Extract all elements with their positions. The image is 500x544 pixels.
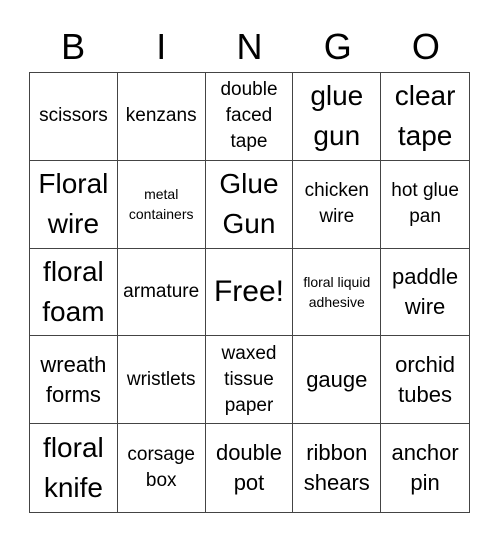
cell-label: paddle wire xyxy=(392,263,459,319)
bingo-cell[interactable]: orchid tubes xyxy=(381,336,469,425)
bingo-cell[interactable]: wristlets xyxy=(117,336,206,425)
bingo-cell[interactable]: gauge xyxy=(293,336,382,425)
bingo-cell[interactable]: armature xyxy=(117,248,206,337)
bingo-cell[interactable]: double faced tape xyxy=(205,73,294,161)
cell-label: waxed tissue paper xyxy=(221,342,277,416)
cell-label: orchid tubes xyxy=(395,351,456,407)
header-letter-g: G xyxy=(323,26,352,67)
bingo-cell[interactable]: Glue Gun xyxy=(205,160,294,249)
bingo-cell[interactable]: paddle wire xyxy=(381,249,469,337)
cell-label: Free! xyxy=(213,274,284,308)
bingo-grid: scissors kenzans double faced tape glue … xyxy=(29,72,470,513)
cell-label: double pot xyxy=(215,440,283,496)
cell-label: scissors xyxy=(39,105,108,127)
cell-label: gauge xyxy=(306,366,368,392)
free-space-cell[interactable]: Free! xyxy=(205,248,294,337)
bingo-cell[interactable]: hot glue pan xyxy=(381,161,469,249)
bingo-cell[interactable]: glue gun xyxy=(293,73,382,161)
bingo-cell[interactable]: anchor pin xyxy=(381,424,469,512)
cell-label: glue gun xyxy=(310,80,364,152)
bingo-cell[interactable]: kenzans xyxy=(117,73,206,161)
cell-label: floral knife xyxy=(43,432,104,504)
bingo-cell[interactable]: floral knife xyxy=(30,424,118,512)
bingo-cell[interactable]: ribbon shears xyxy=(293,424,382,512)
bingo-header: B I N G O xyxy=(29,22,470,72)
bingo-cell[interactable]: Floral wire xyxy=(30,160,118,249)
cell-label: metal containers xyxy=(128,186,194,223)
cell-label: chicken wire xyxy=(304,180,369,228)
cell-label: floral foam xyxy=(42,255,105,327)
cell-label: ribbon shears xyxy=(303,440,370,496)
cell-label: wreath forms xyxy=(40,351,107,407)
header-letter-n: N xyxy=(236,26,263,67)
bingo-cell[interactable]: double pot xyxy=(206,424,294,512)
cell-label: hot glue pan xyxy=(391,180,459,228)
cell-label: clear tape xyxy=(394,80,456,152)
bingo-cell[interactable]: metal containers xyxy=(117,160,206,249)
header-letter-i: I xyxy=(156,26,167,67)
bingo-cell[interactable]: wreath forms xyxy=(30,336,118,425)
bingo-cell[interactable]: clear tape xyxy=(381,73,469,161)
cell-label: floral liquid adhesive xyxy=(303,273,371,310)
cell-label: Glue Gun xyxy=(219,168,279,240)
cell-label: kenzans xyxy=(125,105,197,127)
cell-label: anchor pin xyxy=(391,440,459,496)
cell-label: corsage box xyxy=(127,444,195,492)
bingo-cell[interactable]: floral foam xyxy=(30,248,118,337)
bingo-cell[interactable]: corsage box xyxy=(118,424,206,512)
bingo-cell[interactable]: floral liquid adhesive xyxy=(293,248,382,337)
bingo-cell[interactable]: scissors xyxy=(30,73,118,161)
cell-label: armature xyxy=(123,280,200,302)
cell-label: double faced tape xyxy=(220,79,278,153)
cell-label: wristlets xyxy=(126,368,196,390)
cell-label: Floral wire xyxy=(38,168,109,240)
header-letter-o: O xyxy=(411,26,440,67)
bingo-cell[interactable]: waxed tissue paper xyxy=(205,336,294,425)
bingo-cell[interactable]: chicken wire xyxy=(293,160,382,249)
header-letter-b: B xyxy=(61,26,86,67)
